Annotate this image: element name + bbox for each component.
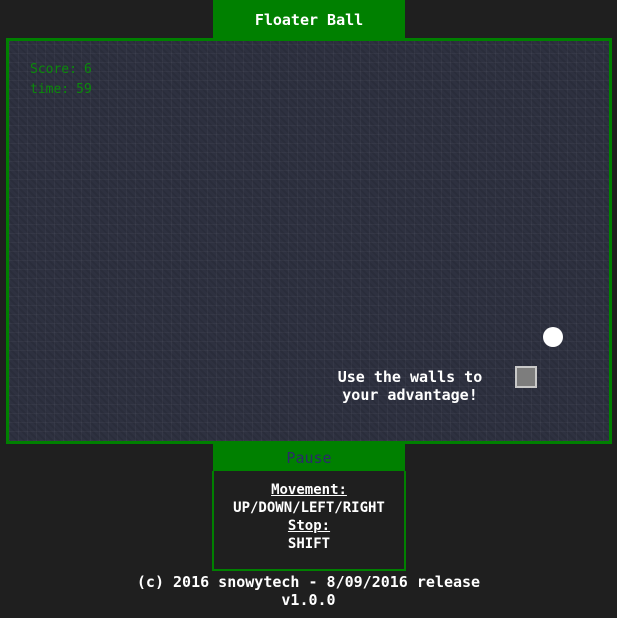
version-text: v1.0.0 <box>281 591 336 609</box>
stop-key: SHIFT <box>287 536 331 552</box>
time-display: time: 59 <box>30 82 92 97</box>
game-title: Floater Ball <box>213 0 405 40</box>
score-label: Score: <box>30 62 77 77</box>
game-title-text: Floater Ball <box>254 11 364 29</box>
time-value: 59 <box>76 82 92 97</box>
pause-button[interactable]: Pause <box>213 443 405 472</box>
page: Floater Ball Score: 6 time: 59 Use the wal… <box>0 0 617 618</box>
score-display: Score: 6 <box>30 62 92 77</box>
hint-line-2: your advantage! <box>342 386 478 404</box>
movement-heading: Movement: <box>271 482 347 498</box>
time-label: time: <box>30 82 70 97</box>
score-value: 6 <box>83 62 92 77</box>
controls-panel: Movement: UP/DOWN/LEFT/RIGHT Stop: SHIFT <box>212 471 406 571</box>
pause-button-label: Pause <box>286 448 332 467</box>
footer: (c) 2016 snowytech - 8/09/2016 release v… <box>0 573 617 609</box>
player-square <box>515 366 537 388</box>
stop-heading: Stop: <box>287 518 331 534</box>
movement-keys: UP/DOWN/LEFT/RIGHT <box>233 500 385 516</box>
hint-line-1: Use the walls to <box>337 368 483 386</box>
game-board[interactable]: Score: 6 time: 59 Use the walls to your ad… <box>6 38 612 444</box>
copyright-text: (c) 2016 snowytech - 8/09/2016 release <box>136 573 481 591</box>
hint-message: Use the walls to your advantage! <box>315 368 505 404</box>
ball <box>543 327 563 347</box>
